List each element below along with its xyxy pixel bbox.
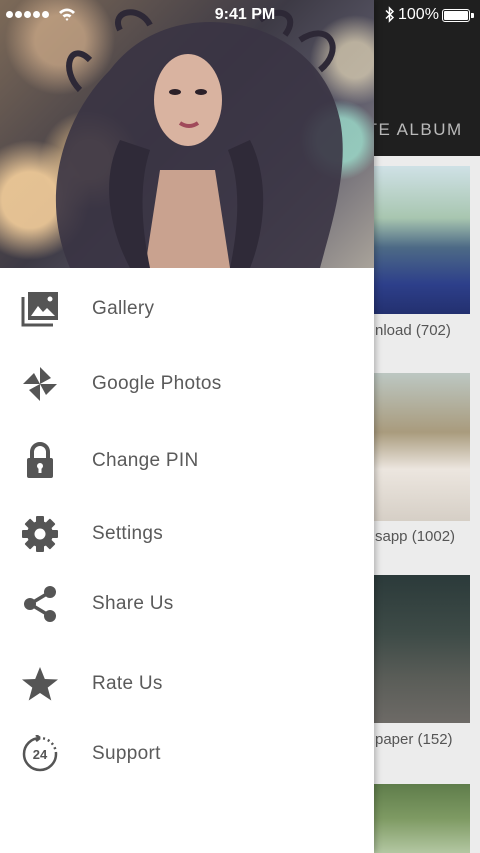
star-icon <box>20 664 60 704</box>
menu-item-settings[interactable]: Settings <box>0 504 374 564</box>
bluetooth-icon <box>385 6 395 23</box>
menu-label: Settings <box>92 523 164 544</box>
battery-icon <box>442 9 470 22</box>
album-caption: sapp (1002) <box>375 528 456 545</box>
battery-nub <box>471 13 474 18</box>
menu-label: Gallery <box>92 298 155 319</box>
menu-label: Rate Us <box>92 673 163 694</box>
navigation-drawer: Gallery Google Photos Change PIN Setting… <box>0 0 374 853</box>
menu-item-support[interactable]: 24 Support <box>0 724 374 784</box>
menu-item-change-pin[interactable]: Change PIN <box>0 431 374 491</box>
support-24-icon: 24 <box>20 734 60 774</box>
menu-item-google-photos[interactable]: Google Photos <box>0 354 374 414</box>
album-card[interactable] <box>374 784 470 853</box>
album-thumbnail[interactable] <box>374 373 470 521</box>
status-bar: 9:41 PM 100% <box>0 0 480 30</box>
drawer-header-image <box>0 0 374 268</box>
share-icon <box>20 584 60 624</box>
album-caption: nload (702) <box>375 322 451 339</box>
menu-item-rate-us[interactable]: Rate Us <box>0 654 374 714</box>
gear-icon <box>20 514 60 554</box>
portrait-illustration <box>55 9 343 268</box>
gallery-icon <box>20 289 60 329</box>
album-card[interactable] <box>374 373 470 521</box>
menu-item-share-us[interactable]: Share Us <box>0 574 374 634</box>
support-icon-text: 24 <box>33 747 48 762</box>
menu-label: Google Photos <box>92 373 222 394</box>
album-thumbnail[interactable] <box>374 166 470 314</box>
album-thumbnail[interactable] <box>374 575 470 723</box>
menu-label: Support <box>92 743 161 764</box>
lock-icon <box>20 441 60 481</box>
menu-item-gallery[interactable]: Gallery <box>0 279 374 339</box>
menu-label: Share Us <box>92 593 174 614</box>
menu-label: Change PIN <box>92 450 199 471</box>
battery-percentage: 100% <box>398 6 439 23</box>
album-thumbnail[interactable] <box>374 784 470 853</box>
album-card[interactable] <box>374 575 470 723</box>
album-card[interactable] <box>374 166 470 314</box>
album-caption: paper (152) <box>375 731 453 748</box>
pinwheel-icon <box>20 364 60 404</box>
